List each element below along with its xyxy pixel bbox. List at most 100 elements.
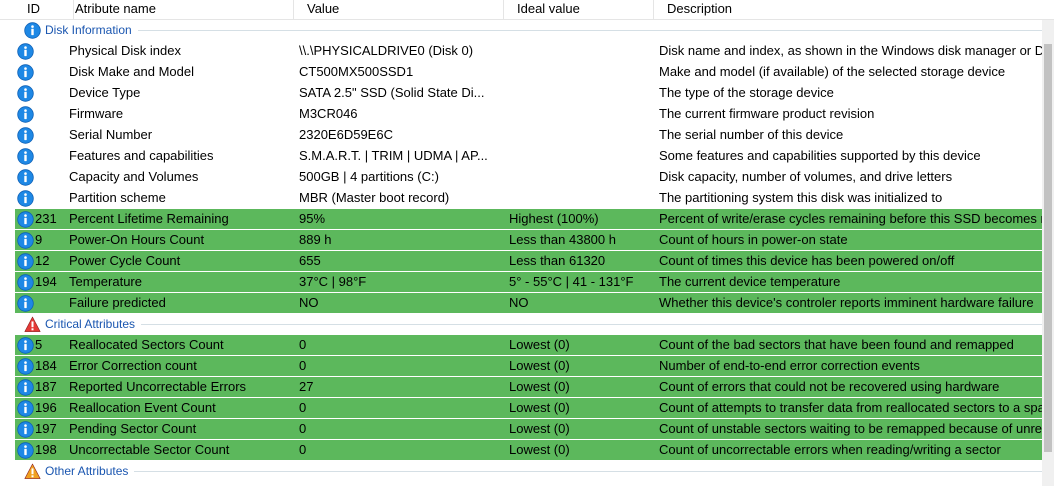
cell-ideal: Highest (100%) [509,211,599,226]
info-icon[interactable] [17,421,34,438]
table-row[interactable]: 194 Temperature 37°C | 98°F 5° - 55°C | 41 … [0,272,1054,293]
table-row[interactable]: 9 Power-On Hours Count 889 h Less than 4380… [0,230,1054,251]
cell-id: 198 [35,442,57,457]
cell-ideal: Lowest (0) [509,421,570,436]
cell-ideal: Lowest (0) [509,400,570,415]
cell-name: Failure predicted [69,295,166,310]
cell-name: Reallocation Event Count [69,400,216,415]
column-header-ideal[interactable]: Ideal value [512,0,654,19]
cell-value: 95% [299,211,326,226]
table-row[interactable]: 231 Percent Lifetime Remaining 95% Highest … [0,209,1054,230]
cell-name: Partition scheme [69,190,166,205]
cell-ideal: 5° - 55°C | 41 - 131°F [509,274,634,289]
cell-id: 184 [35,358,57,373]
cell-value: CT500MX500SSD1 [299,64,414,79]
cell-id: 197 [35,421,57,436]
info-icon[interactable] [17,148,34,165]
cell-desc: Count of attempts to transfer data from … [659,400,1042,415]
cell-ideal: Less than 61320 [509,253,606,268]
warning-icon [24,316,41,333]
cell-value: NO [299,295,319,310]
cell-id [35,62,65,82]
info-icon[interactable] [17,253,34,270]
info-icon[interactable] [17,190,34,207]
cell-desc: Count of times this device has been powe… [659,253,955,268]
column-header-name[interactable]: Atribute name [70,0,294,19]
table-row[interactable]: Serial Number 2320E6D59E6C The serial numb… [0,125,1054,146]
cell-value: S.M.A.R.T. | TRIM | UDMA | AP... [299,148,488,163]
group-header[interactable]: Disk Information [0,20,1054,41]
cell-ideal [509,167,654,187]
cell-id [35,41,65,61]
table-row[interactable]: Device Type SATA 2.5" SSD (Solid State Di… [0,83,1054,104]
info-icon[interactable] [17,358,34,375]
cell-name: Percent Lifetime Remaining [69,211,229,226]
group-header[interactable]: Critical Attributes [0,314,1054,335]
info-icon[interactable] [17,379,34,396]
info-icon[interactable] [17,442,34,459]
scrollbar-thumb[interactable] [1044,44,1052,452]
table-row[interactable]: Capacity and Volumes 500GB | 4 partitions… [0,167,1054,188]
column-header: ID Atribute name Value Ideal value Descr… [0,0,1054,20]
cell-id: 187 [35,379,57,394]
cell-name: Error Correction count [69,358,197,373]
cell-name: Firmware [69,106,124,121]
cell-desc: Count of errors that could not be recove… [659,379,1000,394]
info-icon[interactable] [17,64,34,81]
info-icon[interactable] [17,127,34,144]
cell-name: Features and capabilities [69,148,214,163]
table-row[interactable]: Firmware M3CR046 The current firmware prod… [0,104,1054,125]
cell-value: 2320E6D59E6C [299,127,393,142]
cell-value: 0 [299,337,307,352]
cell-value: 500GB | 4 partitions (C:) [299,169,439,184]
table-row[interactable]: 5 Reallocated Sectors Count 0 Lowest (0) Cou… [0,335,1054,356]
cell-desc: Count of unstable sectors waiting to be … [659,421,1042,436]
table-row[interactable]: 198 Uncorrectable Sector Count 0 Lowest (0)… [0,440,1054,461]
table-row[interactable]: Partition scheme MBR (Master boot record)… [0,188,1054,209]
group-title: Critical Attributes [45,317,136,331]
column-header-value[interactable]: Value [302,0,504,19]
cell-id: 231 [35,211,57,226]
info-icon[interactable] [17,337,34,354]
cell-value: 27 [299,379,314,394]
table-row[interactable]: Physical Disk index \\.\PHYSICALDRIVE0 (D… [0,41,1054,62]
cell-ideal [509,83,654,103]
table-row[interactable]: 12 Power Cycle Count 655 Less than 61320 Cou… [0,251,1054,272]
cell-name: Power Cycle Count [69,253,181,268]
info-icon[interactable] [17,274,34,291]
cell-ideal: Lowest (0) [509,358,570,373]
group-divider [141,324,1054,325]
table-row[interactable]: 196 Reallocation Event Count 0 Lowest (0) Co… [0,398,1054,419]
info-icon[interactable] [17,295,34,312]
cell-name: Reallocated Sectors Count [69,337,224,352]
info-icon[interactable] [17,85,34,102]
column-header-description[interactable]: Description [662,0,1047,19]
cell-value: \\.\PHYSICALDRIVE0 (Disk 0) [299,43,474,58]
table-row[interactable]: 184 Error Correction count 0 Lowest (0) Numb… [0,356,1054,377]
table-row[interactable]: Failure predicted NO NO Whether this device… [0,293,1054,314]
table-row[interactable]: Features and capabilities S.M.A.R.T. | TR… [0,146,1054,167]
cell-id: 9 [35,232,43,247]
table-row[interactable]: Disk Make and Model CT500MX500SSD1 Make an… [0,62,1054,83]
info-icon[interactable] [17,106,34,123]
table-row[interactable]: 187 Reported Uncorrectable Errors 27 Lowest… [0,377,1054,398]
info-icon[interactable] [17,43,34,60]
info-icon[interactable] [17,211,34,228]
group-divider [137,30,1054,31]
vertical-scrollbar[interactable] [1042,20,1054,486]
group-header[interactable]: Other Attributes [0,461,1054,482]
cell-name: Physical Disk index [69,43,181,58]
info-icon[interactable] [17,232,34,249]
cell-name: Serial Number [69,127,153,142]
cell-desc: The current firmware product revision [659,106,875,121]
cell-value: MBR (Master boot record) [299,190,450,205]
column-header-id[interactable]: ID [22,0,74,19]
cell-id: 12 [35,253,50,268]
info-icon[interactable] [17,169,34,186]
cell-value: 655 [299,253,321,268]
cell-id [35,167,65,187]
table-row[interactable]: 197 Pending Sector Count 0 Lowest (0) Count … [0,419,1054,440]
info-icon[interactable] [17,400,34,417]
cell-name: Device Type [69,85,141,100]
cell-desc: The serial number of this device [659,127,844,142]
